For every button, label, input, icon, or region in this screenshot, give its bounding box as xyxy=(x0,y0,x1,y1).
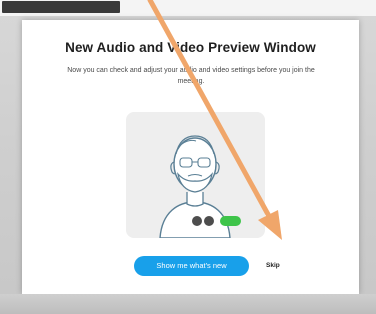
bottom-bezel xyxy=(0,294,376,314)
skip-link[interactable]: Skip xyxy=(266,262,280,269)
preview-dialog: New Audio and Video Preview Window Now y… xyxy=(22,20,359,294)
window-title-bar-stub xyxy=(2,1,120,13)
video-preview-illustration xyxy=(126,112,265,238)
dialog-subtitle: Now you can check and adjust your audio … xyxy=(67,67,315,85)
user-avatar-illustration-icon xyxy=(159,135,241,238)
show-whats-new-button[interactable]: Show me what's new xyxy=(134,256,249,276)
top-bar xyxy=(0,0,376,16)
dialog-title: New Audio and Video Preview Window xyxy=(65,40,316,55)
